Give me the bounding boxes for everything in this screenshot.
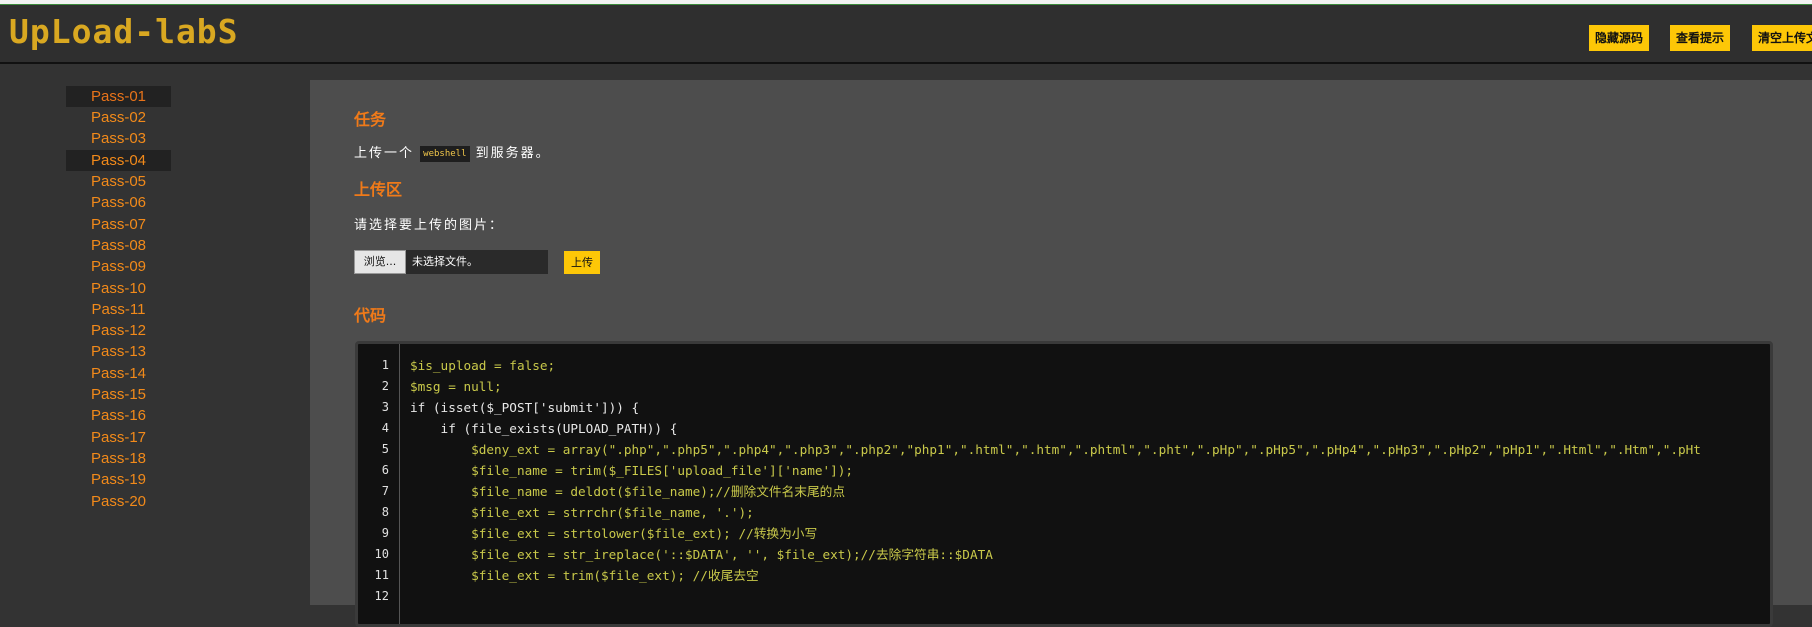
sidebar-item-pass-08[interactable]: Pass-08 (66, 235, 171, 256)
line-number: 11 (374, 568, 389, 582)
line-number: 4 (381, 421, 389, 435)
task-text-before: 上传一个 (354, 146, 415, 161)
sidebar-item-pass-09[interactable]: Pass-09 (66, 256, 171, 277)
line-number: 10 (374, 547, 389, 561)
line-number-gutter: 1 2 3 4 5 6 7 8 9 10 11 12 (358, 344, 400, 624)
code-line: if (file_exists(UPLOAD_PATH)) { (410, 421, 678, 436)
line-number: 5 (381, 442, 389, 456)
line-number: 2 (381, 379, 389, 393)
code-line: $file_ext = str_ireplace('::$DATA', '', … (410, 547, 993, 562)
sidebar-item-pass-01[interactable]: Pass-01 (66, 86, 171, 107)
sidebar-item-pass-17[interactable]: Pass-17 (66, 427, 171, 448)
line-number: 1 (381, 358, 389, 372)
task-description: 上传一个 webshell 到服务器。 (354, 142, 551, 162)
main-panel: 任务 上传一个 webshell 到服务器。 上传区 请选择要上传的图片： 浏览… (310, 80, 1812, 627)
line-number: 12 (374, 589, 389, 603)
code-line: $deny_ext = array(".php",".php5",".php4"… (410, 442, 1701, 457)
line-number: 6 (381, 463, 389, 477)
upload-heading: 上传区 (354, 180, 403, 199)
code-line: $file_ext = trim($file_ext); //收尾去空 (410, 568, 759, 583)
no-file-label: 未选择文件。 (412, 255, 478, 268)
upload-prompt: 请选择要上传的图片： (354, 218, 505, 233)
file-input[interactable]: 浏览... 未选择文件。 (354, 250, 548, 274)
sidebar-item-pass-15[interactable]: Pass-15 (66, 384, 171, 405)
code-viewer[interactable]: 1 2 3 4 5 6 7 8 9 10 11 12 $is_upload = … (355, 341, 1773, 627)
sidebar-item-pass-03[interactable]: Pass-03 (66, 128, 171, 149)
task-text-after: 到服务器。 (475, 146, 551, 161)
line-number: 9 (381, 526, 389, 540)
sidebar-item-pass-16[interactable]: Pass-16 (66, 405, 171, 426)
line-number: 7 (381, 484, 389, 498)
sidebar-item-pass-05[interactable]: Pass-05 (66, 171, 171, 192)
sidebar-item-pass-19[interactable]: Pass-19 (66, 469, 171, 490)
sidebar-item-pass-20[interactable]: Pass-20 (66, 491, 171, 512)
sidebar-item-pass-14[interactable]: Pass-14 (66, 363, 171, 384)
sidebar-item-pass-13[interactable]: Pass-13 (66, 341, 171, 362)
sidebar-item-pass-07[interactable]: Pass-07 (66, 214, 171, 235)
line-number: 8 (381, 505, 389, 519)
sidebar-item-pass-06[interactable]: Pass-06 (66, 192, 171, 213)
task-code-tag: webshell (420, 145, 470, 162)
code-line: $msg = null; (410, 379, 502, 394)
sidebar-item-pass-10[interactable]: Pass-10 (66, 278, 171, 299)
view-hint-button[interactable]: 查看提示 (1670, 25, 1730, 51)
code-line: $file_ext = strrchr($file_name, '.'); (410, 505, 754, 520)
code-line: $file_ext = strtolower($file_ext); //转换为… (410, 526, 818, 541)
code-line: $is_upload = false; (410, 358, 556, 373)
sidebar-item-pass-04[interactable]: Pass-04 (66, 150, 171, 171)
site-logo[interactable]: UpLoad-labS (9, 12, 239, 51)
code-line: $file_name = trim($_FILES['upload_file']… (410, 463, 854, 478)
sidebar-item-pass-18[interactable]: Pass-18 (66, 448, 171, 469)
sidebar-item-pass-12[interactable]: Pass-12 (66, 320, 171, 341)
hide-source-button[interactable]: 隐藏源码 (1589, 25, 1649, 51)
task-heading: 任务 (354, 110, 387, 129)
sidebar-item-pass-11[interactable]: Pass-11 (66, 299, 171, 320)
header-bar: UpLoad-labS 隐藏源码 查看提示 清空上传文件 (0, 5, 1812, 64)
line-number: 3 (381, 400, 389, 414)
upload-submit-button[interactable]: 上传 (564, 251, 600, 274)
clear-uploads-button[interactable]: 清空上传文件 (1752, 25, 1812, 51)
browse-button[interactable]: 浏览... (354, 250, 406, 274)
sidebar-item-pass-02[interactable]: Pass-02 (66, 107, 171, 128)
sidebar-nav: Pass-01 Pass-02 Pass-03 Pass-04 Pass-05 … (0, 64, 310, 605)
code-heading: 代码 (354, 306, 387, 325)
code-line: if (isset($_POST['submit'])) { (410, 400, 640, 415)
code-line: $file_name = deldot($file_name);//删除文件名末… (410, 484, 846, 499)
